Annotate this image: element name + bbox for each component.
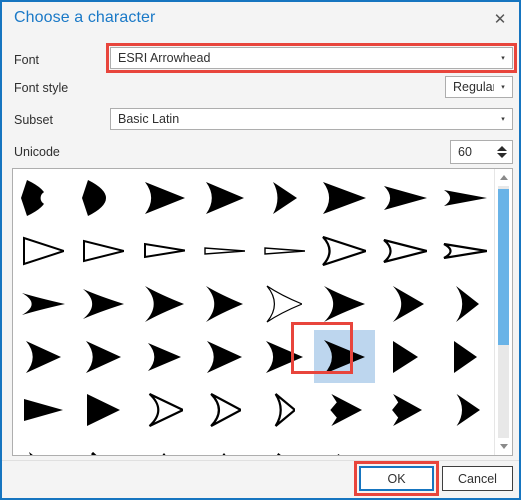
character-cell[interactable] bbox=[134, 330, 194, 383]
character-cell[interactable] bbox=[73, 383, 133, 436]
character-cell[interactable] bbox=[134, 436, 194, 455]
character-cell[interactable] bbox=[435, 436, 495, 455]
character-grid[interactable] bbox=[13, 169, 495, 455]
character-cell[interactable] bbox=[194, 277, 254, 330]
character-cell[interactable] bbox=[13, 277, 73, 330]
character-cell[interactable] bbox=[254, 330, 314, 383]
character-cell[interactable] bbox=[435, 330, 495, 383]
chevron-down-icon: ▾ bbox=[501, 116, 505, 123]
font-value: ESRI Arrowhead bbox=[118, 51, 211, 65]
character-cell[interactable] bbox=[375, 224, 435, 277]
character-cell[interactable] bbox=[254, 171, 314, 224]
chevron-down-icon: ▾ bbox=[501, 55, 505, 62]
close-icon[interactable]: ✕ bbox=[485, 6, 515, 32]
character-cell[interactable] bbox=[375, 277, 435, 330]
scroll-down-arrow-icon[interactable] bbox=[495, 438, 512, 455]
character-cell[interactable] bbox=[134, 171, 194, 224]
unicode-stepper[interactable]: 60 bbox=[450, 140, 513, 164]
font-style-combobox[interactable]: Regular ▾ bbox=[445, 76, 513, 98]
unicode-label: Unicode bbox=[14, 145, 60, 159]
character-cell[interactable] bbox=[13, 330, 73, 383]
character-cell[interactable] bbox=[73, 224, 133, 277]
character-cell[interactable] bbox=[194, 171, 254, 224]
character-cell[interactable] bbox=[254, 436, 314, 455]
character-cell[interactable] bbox=[194, 383, 254, 436]
character-cell[interactable] bbox=[314, 383, 374, 436]
footer-divider bbox=[2, 460, 519, 461]
character-cell[interactable] bbox=[254, 224, 314, 277]
character-cell[interactable] bbox=[314, 171, 374, 224]
character-cell[interactable] bbox=[314, 436, 374, 455]
character-cell[interactable] bbox=[435, 224, 495, 277]
character-cell[interactable] bbox=[13, 383, 73, 436]
character-cell[interactable] bbox=[194, 436, 254, 455]
scrollbar-thumb[interactable] bbox=[498, 189, 509, 345]
character-cell[interactable] bbox=[13, 224, 73, 277]
dialog-titlebar: Choose a character ✕ bbox=[2, 2, 519, 38]
character-cell[interactable] bbox=[134, 277, 194, 330]
choose-character-dialog: Choose a character ✕ Font ESRI Arrowhead… bbox=[0, 0, 521, 500]
unicode-spin-buttons bbox=[492, 141, 512, 163]
font-style-value: Regular bbox=[453, 80, 494, 94]
character-cell[interactable] bbox=[254, 277, 314, 330]
unicode-value: 60 bbox=[458, 145, 472, 159]
character-cell[interactable] bbox=[13, 436, 73, 455]
dialog-title: Choose a character bbox=[14, 9, 156, 26]
character-cell[interactable] bbox=[375, 436, 435, 455]
character-cell[interactable] bbox=[194, 330, 254, 383]
character-cell[interactable] bbox=[314, 277, 374, 330]
character-cell[interactable] bbox=[435, 277, 495, 330]
ok-button[interactable]: OK bbox=[359, 466, 434, 491]
character-cell[interactable] bbox=[134, 224, 194, 277]
chevron-down-icon: ▾ bbox=[501, 84, 505, 91]
character-cell[interactable] bbox=[375, 383, 435, 436]
character-cell-selected[interactable] bbox=[314, 330, 375, 383]
font-label: Font bbox=[14, 53, 40, 67]
font-combobox[interactable]: ESRI Arrowhead ▾ bbox=[110, 47, 513, 69]
spinner-down-arrow-icon[interactable] bbox=[497, 153, 507, 158]
subset-value: Basic Latin bbox=[118, 112, 180, 126]
character-cell[interactable] bbox=[13, 171, 73, 224]
character-cell[interactable] bbox=[435, 171, 495, 224]
subset-label: Subset bbox=[14, 113, 53, 127]
character-cell[interactable] bbox=[375, 171, 435, 224]
character-grid-panel bbox=[12, 168, 513, 456]
spinner-up-arrow-icon[interactable] bbox=[497, 146, 507, 151]
character-cell[interactable] bbox=[73, 436, 133, 455]
character-cell[interactable] bbox=[134, 383, 194, 436]
character-cell[interactable] bbox=[194, 224, 254, 277]
scroll-up-arrow-icon[interactable] bbox=[495, 169, 512, 186]
character-cell[interactable] bbox=[73, 330, 133, 383]
character-cell[interactable] bbox=[254, 383, 314, 436]
cancel-button[interactable]: Cancel bbox=[442, 466, 513, 491]
font-style-label: Font style bbox=[14, 81, 69, 95]
character-cell[interactable] bbox=[435, 383, 495, 436]
subset-combobox[interactable]: Basic Latin ▾ bbox=[110, 108, 513, 130]
character-cell[interactable] bbox=[73, 171, 133, 224]
character-cell[interactable] bbox=[375, 330, 435, 383]
character-grid-scrollbar[interactable] bbox=[494, 169, 512, 455]
character-cell[interactable] bbox=[314, 224, 374, 277]
character-cell[interactable] bbox=[73, 277, 133, 330]
